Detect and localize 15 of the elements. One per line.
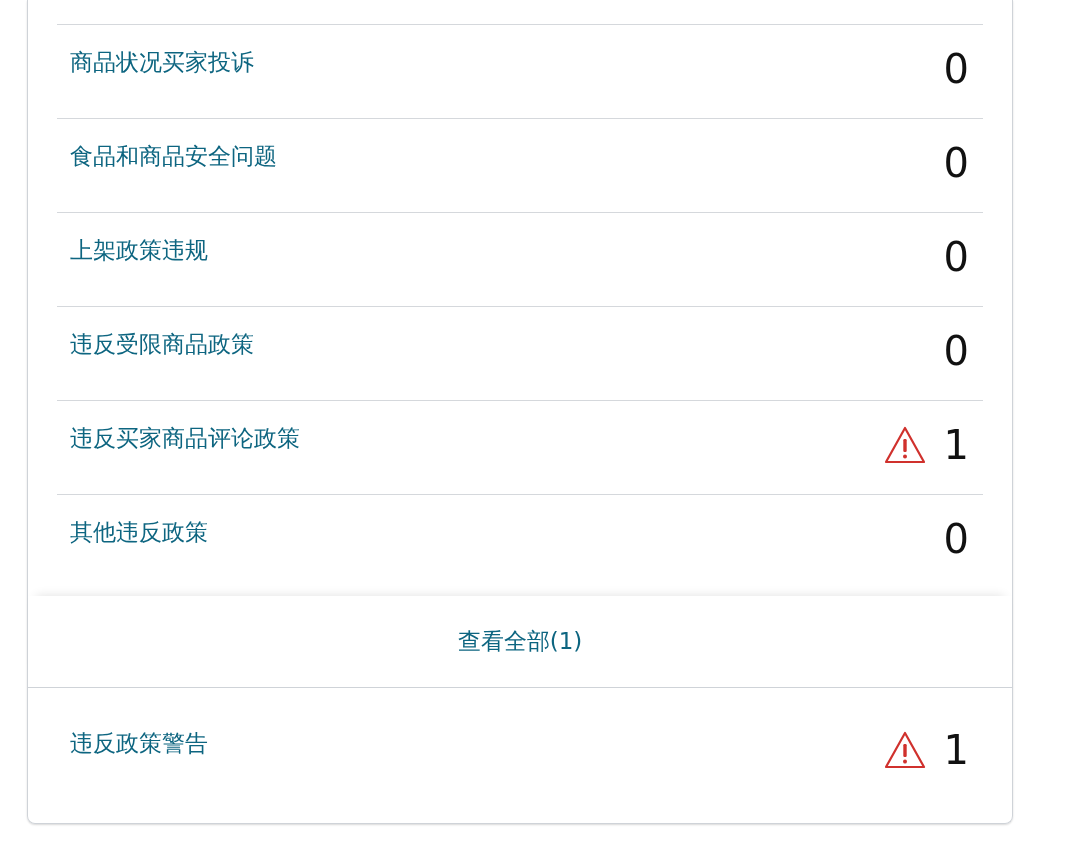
count-value: 0 bbox=[943, 519, 969, 559]
category-link[interactable]: 上架政策违规 bbox=[70, 233, 208, 268]
category-link[interactable]: 违反买家商品评论政策 bbox=[70, 421, 300, 456]
category-link[interactable]: 其他违反政策 bbox=[70, 515, 208, 550]
count-value: 0 bbox=[943, 143, 969, 183]
view-all-link[interactable]: 查看全部(1) bbox=[457, 624, 583, 659]
category-link[interactable]: 违反政策警告 bbox=[70, 726, 208, 761]
count-value: 0 bbox=[943, 331, 969, 371]
category-link[interactable]: 商品状况买家投诉 bbox=[70, 45, 254, 80]
category-link[interactable]: 食品和商品安全问题 bbox=[70, 139, 277, 174]
count-value: 1 bbox=[943, 730, 969, 770]
count-value: 1 bbox=[943, 425, 969, 465]
category-link[interactable]: 违反受限商品政策 bbox=[70, 327, 254, 362]
count-value: 0 bbox=[943, 237, 969, 277]
count-value: 0 bbox=[943, 49, 969, 89]
